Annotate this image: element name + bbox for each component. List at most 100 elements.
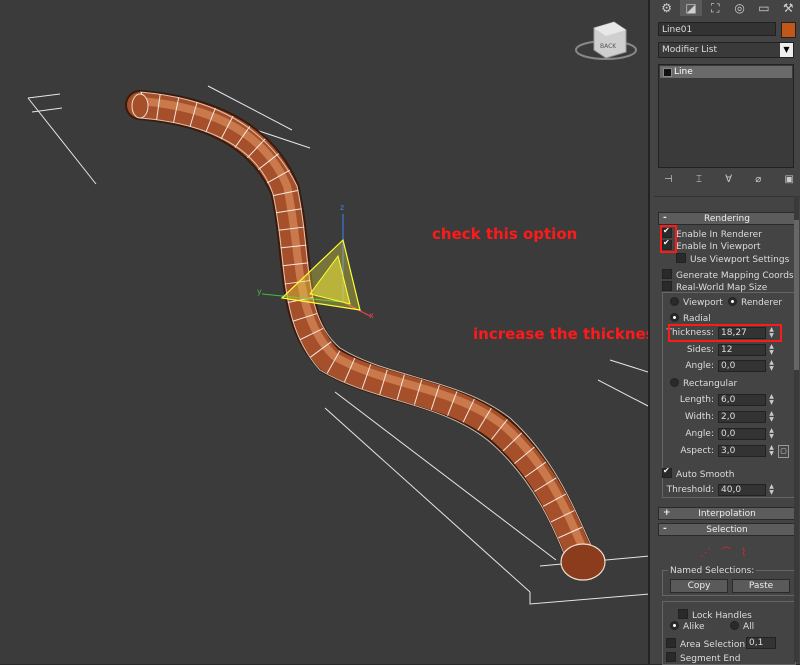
modifier-list-dropdown[interactable]: Modifier List ▼ xyxy=(658,42,794,58)
gizmo-z-label: z xyxy=(340,203,344,212)
panel-scrollbar-thumb[interactable] xyxy=(794,220,799,370)
show-end-result-icon[interactable]: ⌶ xyxy=(696,174,702,188)
threshold-spinner[interactable]: Threshold: 40,0 ▲ ▼ xyxy=(660,484,790,496)
motion-tab-icon[interactable]: ◎ xyxy=(729,0,750,16)
area-selection-label: Area Selection: xyxy=(680,640,749,650)
width-spin-arrows-icon[interactable]: ▲ ▼ xyxy=(768,411,775,423)
remove-modifier-icon[interactable]: ⌀ xyxy=(755,174,761,188)
rendering-title: Rendering xyxy=(704,214,750,224)
sub-object-level-icons[interactable]: ⋰ ⌒ ⌇ xyxy=(700,544,749,560)
rendering-rollout-header[interactable]: - Rendering xyxy=(658,212,796,225)
object-color-swatch[interactable] xyxy=(781,22,796,38)
angle-input[interactable]: 0,0 xyxy=(718,360,766,372)
perspective-viewport[interactable]: z y x BACK check this option increase th… xyxy=(0,0,664,664)
enable-in-renderer-label: Enable In Renderer xyxy=(676,230,762,240)
radial-radio[interactable]: Radial xyxy=(670,313,711,324)
hierarchy-tab-icon[interactable]: ⛶ xyxy=(705,0,726,16)
viewcube-label: BACK xyxy=(600,43,617,50)
width-input[interactable]: 2,0 xyxy=(718,411,766,423)
generate-mapping-checkbox[interactable]: Generate Mapping Coords. xyxy=(662,269,796,281)
length-input[interactable]: 6,0 xyxy=(718,394,766,406)
length-label: Length: xyxy=(679,395,714,405)
width-spinner[interactable]: Width: 2,0 ▲ ▼ xyxy=(660,411,790,423)
radial-radio-label: Radial xyxy=(683,314,711,324)
lock-handles-checkbox[interactable]: Lock Handles xyxy=(678,609,752,621)
rect-angle-spinner[interactable]: Angle: 0,0 ▲ ▼ xyxy=(660,428,790,440)
create-tab-gear-icon[interactable]: ⚙ xyxy=(656,0,677,16)
stack-item-label: Line xyxy=(674,67,693,77)
viewport-radio[interactable]: Viewport xyxy=(670,297,723,308)
gizmo-y-label: y xyxy=(257,287,262,296)
aspect-spin-arrows-icon[interactable]: ▲ ▼ xyxy=(768,445,775,457)
renderer-radio[interactable]: Renderer xyxy=(728,297,782,308)
named-selections-label: Named Selections: xyxy=(668,566,757,576)
rect-angle-label: Angle: xyxy=(685,429,714,439)
threshold-input[interactable]: 40,0 xyxy=(718,484,766,496)
chevron-down-icon[interactable]: ▼ xyxy=(780,43,793,57)
use-viewport-settings-label: Use Viewport Settings xyxy=(690,255,790,265)
command-panel-tabs: ⚙ ◪ ⛶ ◎ ▭ ⚒ xyxy=(656,0,800,18)
modify-tab-icon[interactable]: ◪ xyxy=(680,0,702,16)
paste-button[interactable]: Paste xyxy=(732,579,790,593)
generate-mapping-label: Generate Mapping Coords. xyxy=(676,271,797,281)
aspect-spinner[interactable]: Aspect: 3,0 ▲ ▼ ▢ xyxy=(660,445,790,458)
auto-smooth-label: Auto Smooth xyxy=(676,470,735,480)
rect-angle-spin-arrows-icon[interactable]: ▲ ▼ xyxy=(768,428,775,440)
aspect-label: Aspect: xyxy=(680,446,714,456)
panel-scrollbar[interactable] xyxy=(794,196,799,662)
rect-angle-input[interactable]: 0,0 xyxy=(718,428,766,440)
alike-label: Alike xyxy=(683,622,705,632)
make-unique-icon[interactable]: ∀ xyxy=(725,174,732,188)
command-panel: ⚙ ◪ ⛶ ◎ ▭ ⚒ Line01 Modifier List ▼ Line … xyxy=(648,0,800,665)
angle-spin-arrows-icon[interactable]: ▲ ▼ xyxy=(768,360,775,372)
renderer-radio-label: Renderer xyxy=(741,298,783,308)
use-viewport-settings-checkbox[interactable]: Use Viewport Settings xyxy=(676,253,789,265)
modifier-list-label: Modifier List xyxy=(662,45,717,55)
selection-title: Selection xyxy=(706,525,748,535)
expand-icon[interactable] xyxy=(663,68,672,77)
copy-button[interactable]: Copy xyxy=(670,579,728,593)
gizmo-x-label: x xyxy=(369,311,374,320)
sides-spin-arrows-icon[interactable]: ▲ ▼ xyxy=(768,344,775,356)
selection-rollout-header[interactable]: - Selection xyxy=(658,523,796,536)
angle-label: Angle: xyxy=(685,361,714,371)
lock-aspect-icon[interactable]: ▢ xyxy=(778,445,789,458)
configure-sets-icon[interactable]: ▣ xyxy=(785,174,794,188)
length-spin-arrows-icon[interactable]: ▲ ▼ xyxy=(768,394,775,406)
interpolation-title: Interpolation xyxy=(698,509,756,519)
segment-end-label: Segment End xyxy=(680,654,741,664)
modifier-stack: Line xyxy=(658,64,794,168)
highlight-enable-checkboxes xyxy=(660,225,677,253)
auto-smooth-checkbox[interactable]: Auto Smooth xyxy=(662,466,735,480)
threshold-spin-arrows-icon[interactable]: ▲ ▼ xyxy=(768,484,775,496)
interpolation-rollout-header[interactable]: + Interpolation xyxy=(658,507,796,520)
utilities-hammer-icon[interactable]: ⚒ xyxy=(778,0,799,16)
segment-end-checkbox[interactable]: Segment End xyxy=(666,652,740,664)
sides-label: Sides: xyxy=(686,345,714,355)
object-name-field[interactable]: Line01 xyxy=(658,22,776,36)
all-label: All xyxy=(743,622,755,632)
pin-stack-icon[interactable]: ⊣ xyxy=(664,174,673,188)
display-tab-icon[interactable]: ▭ xyxy=(753,0,774,16)
alike-radio[interactable]: Alike xyxy=(670,621,705,632)
aspect-input[interactable]: 3,0 xyxy=(718,445,766,457)
rectangular-radio-label: Rectangular xyxy=(683,379,738,389)
viewport-radio-label: Viewport xyxy=(683,298,723,308)
annotation-check-option: check this option xyxy=(432,225,578,243)
annotation-increase-thickness: increase the thickness xyxy=(473,325,664,343)
lock-handles-label: Lock Handles xyxy=(692,611,752,621)
sides-spinner[interactable]: Sides: 12 ▲ ▼ xyxy=(660,344,790,356)
stack-item-line[interactable]: Line xyxy=(660,66,792,78)
sides-input[interactable]: 12 xyxy=(718,344,766,356)
tube-end-cap xyxy=(560,543,606,581)
area-selection-checkbox[interactable]: Area Selection: xyxy=(666,638,748,650)
length-spinner[interactable]: Length: 6,0 ▲ ▼ xyxy=(660,394,790,406)
all-radio[interactable]: All xyxy=(730,621,754,632)
width-label: Width: xyxy=(684,412,714,422)
stack-toolbar: ⊣ ⌶ ∀ ⌀ ▣ xyxy=(664,174,794,188)
viewcube[interactable]: BACK xyxy=(575,21,637,60)
angle-spinner[interactable]: Angle: 0,0 ▲ ▼ xyxy=(660,360,790,372)
highlight-thickness-field xyxy=(668,324,782,342)
area-selection-input[interactable]: 0,1 xyxy=(746,637,776,649)
rectangular-radio[interactable]: Rectangular xyxy=(670,378,737,389)
